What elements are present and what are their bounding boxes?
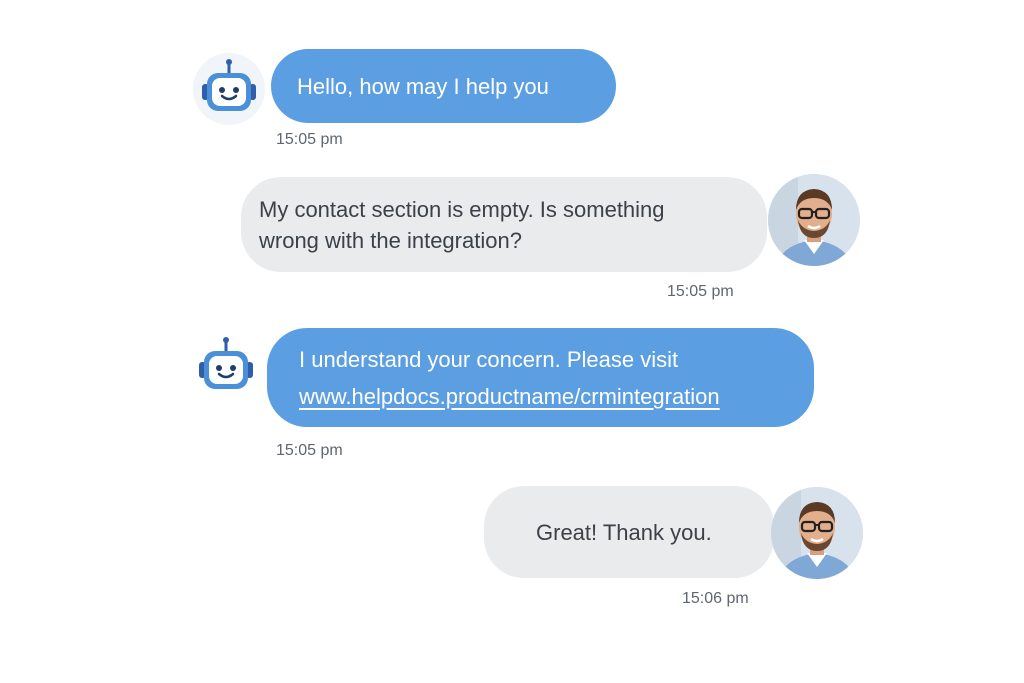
message-text: Hello, how may I help you bbox=[297, 73, 549, 99]
user-message-bubble: Great! Thank you. bbox=[484, 486, 774, 578]
robot-icon bbox=[202, 59, 256, 111]
user-photo-avatar bbox=[768, 174, 860, 266]
message-timestamp: 15:06 pm bbox=[682, 590, 749, 607]
user-avatar bbox=[768, 174, 860, 266]
message-text-line: My contact section is empty. Is somethin… bbox=[259, 196, 665, 222]
message-text-line: I understand your concern. Please visit bbox=[299, 346, 679, 372]
user-avatar bbox=[771, 487, 863, 579]
user-photo-avatar bbox=[771, 487, 863, 579]
message-text-line: wrong with the integration? bbox=[259, 227, 522, 253]
message-text: Great! Thank you. bbox=[536, 519, 712, 545]
bot-message-bubble: I understand your concern. Please visit … bbox=[267, 328, 814, 427]
bot-avatar bbox=[193, 53, 265, 125]
robot-icon bbox=[199, 337, 253, 389]
message-timestamp: 15:05 pm bbox=[276, 131, 343, 148]
message-timestamp: 15:05 pm bbox=[667, 283, 734, 300]
help-docs-link[interactable]: www.helpdocs.productname/crmintegration bbox=[299, 378, 720, 415]
message-timestamp: 15:05 pm bbox=[276, 442, 343, 459]
bot-avatar bbox=[190, 331, 262, 403]
bot-message-bubble: Hello, how may I help you bbox=[271, 49, 616, 123]
user-message-bubble: My contact section is empty. Is somethin… bbox=[241, 177, 767, 272]
chat-thread: Hello, how may I help you 15:05 pm My co… bbox=[0, 0, 1024, 683]
